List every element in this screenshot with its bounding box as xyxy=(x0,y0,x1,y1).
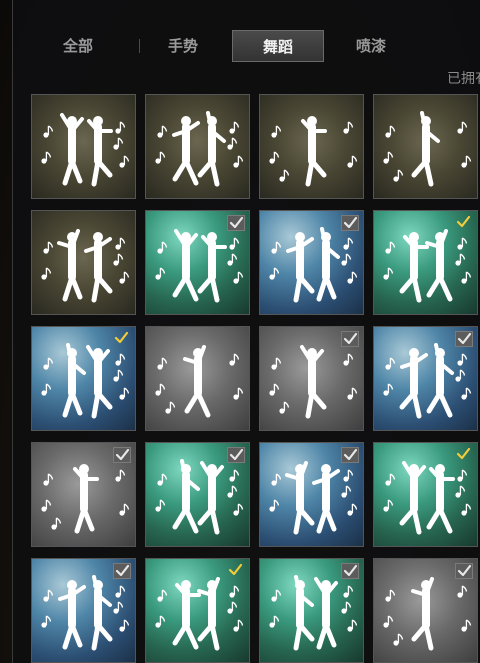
emote-card[interactable] xyxy=(373,210,478,315)
emote-card[interactable] xyxy=(31,210,136,315)
emote-card[interactable] xyxy=(259,326,364,431)
owned-check-icon xyxy=(455,563,473,579)
emote-card[interactable] xyxy=(145,558,250,663)
owned-check-icon xyxy=(455,331,473,347)
tab-spray[interactable]: 喷漆 xyxy=(336,30,406,62)
owned-check-icon xyxy=(113,331,131,347)
emote-card[interactable] xyxy=(259,94,364,199)
duo-dance-icon xyxy=(41,113,130,187)
owned-check-icon xyxy=(341,215,359,231)
solo-groove-dance-icon xyxy=(155,345,244,418)
emote-card[interactable] xyxy=(31,326,136,431)
duo-crouch-dance-icon xyxy=(155,111,244,187)
emote-card[interactable] xyxy=(145,442,250,547)
owned-check-icon xyxy=(341,331,359,347)
tab-all[interactable]: 全部 xyxy=(43,30,113,62)
emote-card[interactable] xyxy=(31,558,136,663)
owned-filter-label[interactable]: 已拥有 xyxy=(447,68,480,88)
emote-card[interactable] xyxy=(145,326,250,431)
owned-check-icon xyxy=(227,563,245,579)
solo-hip-dance-icon xyxy=(269,116,358,187)
category-tabs: 全部 手势 舞蹈 喷漆 xyxy=(43,30,443,62)
emote-card[interactable] xyxy=(373,326,478,431)
owned-check-icon xyxy=(455,447,473,463)
emote-card[interactable] xyxy=(145,94,250,199)
owned-check-icon xyxy=(113,563,131,579)
owned-check-icon xyxy=(113,447,131,463)
tab-divider xyxy=(139,39,140,53)
emote-panel: 全部 手势 舞蹈 喷漆 已拥有 xyxy=(12,0,480,663)
solo-disco-dance-icon xyxy=(383,111,472,187)
emote-card[interactable] xyxy=(373,442,478,547)
owned-check-icon xyxy=(455,215,473,231)
emote-card[interactable] xyxy=(259,210,364,315)
owned-check-icon xyxy=(341,563,359,579)
emote-card[interactable] xyxy=(31,442,136,547)
emote-card[interactable] xyxy=(373,558,478,663)
duo-sing-dance-icon xyxy=(41,229,130,303)
owned-check-icon xyxy=(227,447,245,463)
emote-card[interactable] xyxy=(145,210,250,315)
emote-card[interactable] xyxy=(373,94,478,199)
emote-card[interactable] xyxy=(259,442,364,547)
owned-check-icon xyxy=(341,447,359,463)
emote-card[interactable] xyxy=(31,94,136,199)
owned-check-icon xyxy=(227,215,245,231)
tab-gestures[interactable]: 手势 xyxy=(148,30,218,62)
emote-card[interactable] xyxy=(259,558,364,663)
tab-dance[interactable]: 舞蹈 xyxy=(232,30,324,62)
